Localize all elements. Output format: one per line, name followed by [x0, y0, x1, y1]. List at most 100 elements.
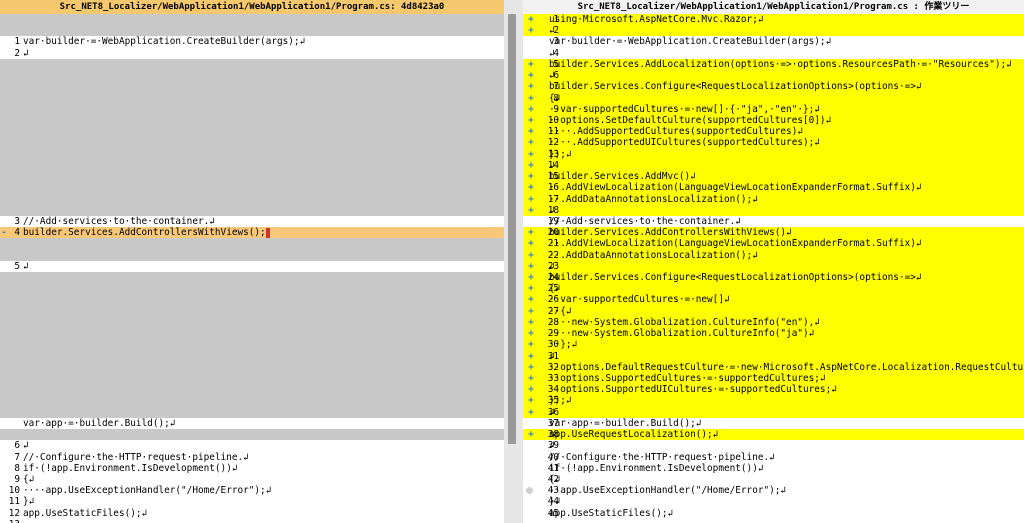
left-diff-line[interactable]: 13	[0, 518, 504, 523]
left-diff-line[interactable]	[0, 294, 504, 306]
left-diff-line[interactable]: 11}↲	[0, 496, 504, 508]
left-diff-line[interactable]	[0, 92, 504, 104]
right-diff-line[interactable]: +21 ··.AddViewLocalization(LanguageViewLo…	[523, 238, 1024, 250]
right-diff-line[interactable]: +30 ··};↲	[523, 339, 1024, 351]
left-diff-line[interactable]	[0, 182, 504, 194]
right-diff-line[interactable]: +31 ↲	[523, 350, 1024, 362]
right-diff-line[interactable]: 3 var·builder·=·WebApplication.CreateBuil…	[523, 36, 1024, 48]
left-diff-line[interactable]	[0, 373, 504, 385]
right-diff-line[interactable]: +27 ··{↲	[523, 305, 1024, 317]
right-diff-line[interactable]: +32 ··options.DefaultRequestCulture·=·new…	[523, 361, 1024, 373]
left-diff-line[interactable]	[0, 395, 504, 407]
left-diff-line[interactable]: 12 app.UseStaticFiles();↲	[0, 507, 504, 519]
added-line-marker-icon: +	[528, 316, 534, 328]
right-diff-line[interactable]: +18 ↲	[523, 204, 1024, 216]
left-diff-line[interactable]: 5 ↲	[0, 260, 504, 273]
right-diff-line[interactable]: +24 builder.Services.Configure<RequestLoc…	[523, 272, 1024, 284]
left-diff-line[interactable]: 6 ↲	[0, 440, 504, 452]
right-diff-line[interactable]: +20 builder.Services.AddControllersWithVi…	[523, 227, 1024, 239]
left-diff-line[interactable]	[0, 272, 504, 284]
right-diff-line[interactable]: +36 ↲	[523, 406, 1024, 418]
left-diff-line[interactable]	[0, 25, 504, 37]
right-diff-line[interactable]: +25 {↲	[523, 283, 1024, 295]
left-diff-line[interactable]	[0, 103, 504, 115]
left-diff-line[interactable]	[0, 114, 504, 127]
left-diff-line[interactable]	[0, 283, 504, 295]
left-diff-line[interactable]: 8 if·(!app.Environment.IsDevelopment())↲	[0, 462, 504, 474]
right-diff-line[interactable]: +29 ····new·System.Globalization.CultureI…	[523, 328, 1024, 340]
right-diff-line[interactable]: 45 app.UseStaticFiles();↲	[523, 507, 1024, 519]
left-diff-line[interactable]	[0, 58, 504, 71]
breakpoint-dot-icon[interactable]	[526, 487, 533, 495]
left-diff-line[interactable]	[0, 137, 504, 149]
left-diff-line[interactable]: 10 ····app.UseExceptionHandler("/Home/Err…	[0, 485, 504, 497]
right-diff-line[interactable]: +1 using·Microsoft.AspNetCore.Mvc.Razor;↲	[523, 14, 1024, 26]
left-diff-line[interactable]	[0, 429, 504, 441]
left-diff-line[interactable]: 9 {↲	[0, 473, 504, 486]
right-diff-line[interactable]: +10 ··options.SetDefaultCulture(supported…	[523, 114, 1024, 127]
code-text: //·Add·services·to·the·container.↲	[549, 215, 741, 227]
code-text: {↲	[549, 473, 561, 485]
left-diff-line[interactable]	[0, 406, 504, 418]
left-diff-line[interactable]: 2 ↲	[0, 47, 504, 59]
left-diff-line[interactable]	[0, 305, 504, 317]
right-diff-line[interactable]: +23 ↲	[523, 260, 1024, 273]
right-diff-line[interactable]: +26 ··var·supportedCultures·=·new[]↲	[523, 294, 1024, 306]
code-text: ··options.SupportedUICultures·=·supporte…	[549, 384, 837, 396]
right-diff-line[interactable]: 42 {↲	[523, 473, 1024, 486]
left-diff-line[interactable]	[0, 159, 504, 172]
left-diff-line[interactable]: 3//·Add·services·to·the·container.↲	[0, 215, 504, 228]
right-diff-line[interactable]: +8 {↲	[523, 92, 1024, 104]
right-diff-line[interactable]: +16 ··.AddViewLocalization(LanguageViewLo…	[523, 182, 1024, 194]
right-diff-line[interactable]: +5 builder.Services.AddLocalization(optio…	[523, 58, 1024, 71]
right-diff-line[interactable]: +6 ↲	[523, 70, 1024, 82]
right-diff-line[interactable]: +7 builder.Services.Configure<RequestLoca…	[523, 81, 1024, 93]
right-diff-line[interactable]: +33 ··options.SupportedCultures·=·support…	[523, 373, 1024, 385]
left-diff-line[interactable]	[0, 126, 504, 138]
right-diff-line[interactable]: +34 ··options.SupportedUICultures·=·suppo…	[523, 384, 1024, 396]
left-diff-line[interactable]	[0, 70, 504, 82]
left-diff-line[interactable]	[0, 339, 504, 351]
right-diff-line[interactable]: 40//·Configure·the·HTTP·request·pipeline…	[523, 451, 1024, 463]
right-diff-line[interactable]: +17 ··.AddDataAnnotationsLocalization();↲	[523, 193, 1024, 205]
right-diff-line[interactable]: +13});↲	[523, 148, 1024, 160]
right-diff-line[interactable]: +2 ↲	[523, 25, 1024, 37]
left-diff-line[interactable]	[0, 193, 504, 205]
right-diff-pane[interactable]: Src_NET8_Localizer/WebApplication1/WebAp…	[523, 0, 1024, 523]
left-diff-line[interactable]	[0, 328, 504, 340]
left-diff-line[interactable]	[0, 350, 504, 362]
left-diff-line[interactable]	[0, 14, 504, 26]
left-diff-line[interactable]	[0, 316, 504, 329]
left-diff-line[interactable]	[0, 249, 504, 261]
right-diff-line[interactable]: +11 ····.AddSupportedCultures(supportedCu…	[523, 126, 1024, 138]
right-diff-line[interactable]: +28 ····new·System.Globalization.CultureI…	[523, 316, 1024, 329]
left-diff-pane[interactable]: Src_NET8_Localizer/WebApplication1/WebAp…	[0, 0, 504, 523]
right-diff-line[interactable]: +38 app.UseRequestLocalization();↲	[523, 429, 1024, 441]
code-text: ↲	[549, 260, 555, 272]
left-diff-line[interactable]: var·app·=·builder.Build();↲	[0, 417, 504, 430]
left-diff-line[interactable]	[0, 204, 504, 216]
left-diff-line[interactable]	[0, 81, 504, 93]
vertical-scrollbar-thumb[interactable]	[508, 14, 516, 444]
right-diff-line[interactable]: +12 ····.AddSupportedUICultures(supported…	[523, 137, 1024, 149]
right-diff-line[interactable]: 4 ↲	[523, 47, 1024, 59]
left-diff-line[interactable]: 1 var·builder·=·WebApplication.CreateBuil…	[0, 36, 504, 48]
right-diff-line[interactable]: +14 ↲	[523, 159, 1024, 172]
left-diff-line[interactable]: -4 builder.Services.AddControllersWithVie…	[0, 227, 504, 239]
left-diff-line[interactable]	[0, 148, 504, 160]
right-diff-line[interactable]: +35});↲	[523, 395, 1024, 407]
left-diff-line[interactable]	[0, 384, 504, 396]
left-diff-line[interactable]	[0, 238, 504, 250]
right-diff-line[interactable]: 41 if·(!app.Environment.IsDevelopment())↲	[523, 462, 1024, 474]
left-diff-line[interactable]	[0, 361, 504, 373]
right-diff-line[interactable]: 37 var·app·=·builder.Build();↲	[523, 417, 1024, 430]
right-diff-line[interactable]: 39 ↲	[523, 440, 1024, 452]
right-diff-line[interactable]: 19//·Add·services·to·the·container.↲	[523, 215, 1024, 228]
left-diff-line[interactable]	[0, 171, 504, 183]
right-diff-line[interactable]: +15 builder.Services.AddMvc()↲	[523, 171, 1024, 183]
right-diff-line[interactable]: 44}↲	[523, 496, 1024, 508]
right-diff-line[interactable]: +9 ··var·supportedCultures·=·new[]·{·"ja"…	[523, 103, 1024, 115]
left-diff-line[interactable]: 7//·Configure·the·HTTP·request·pipeline.…	[0, 451, 504, 463]
right-diff-line[interactable]: +22 ··.AddDataAnnotationsLocalization();↲	[523, 249, 1024, 261]
right-diff-line[interactable]: 43 ··app.UseExceptionHandler("/Home/Error…	[523, 485, 1024, 497]
